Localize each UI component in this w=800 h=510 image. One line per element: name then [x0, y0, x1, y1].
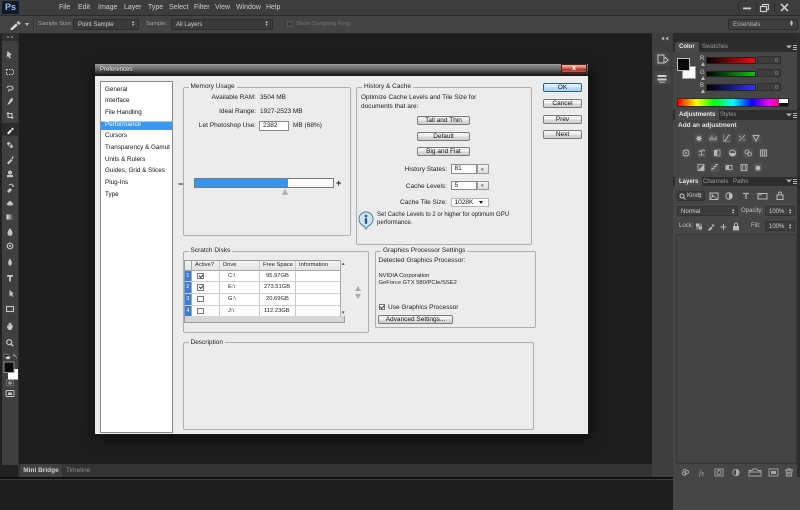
svg-text:fx: fx [699, 470, 705, 478]
